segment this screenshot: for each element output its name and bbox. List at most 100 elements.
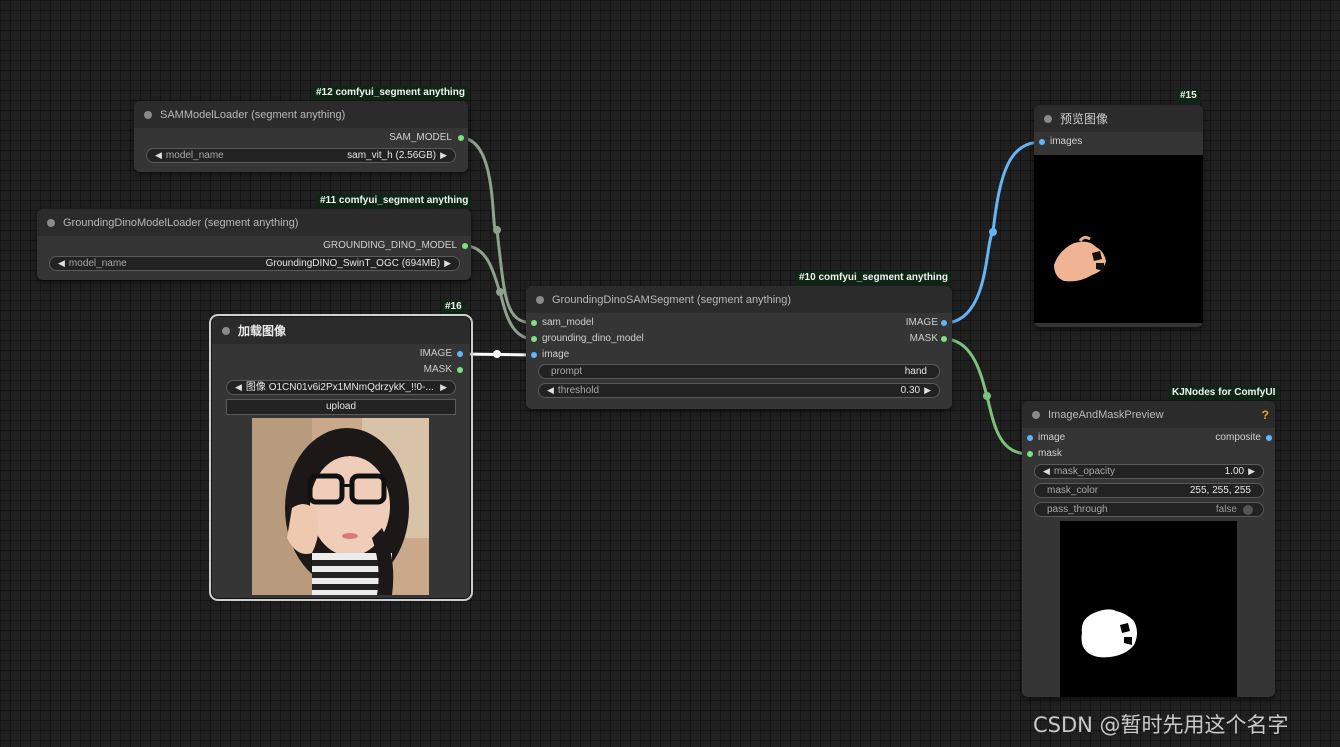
wire-reroute-dot[interactable] — [496, 288, 504, 296]
widget-label: model_name — [165, 150, 224, 161]
sam-model-loader-node[interactable]: SAMModelLoader (segment anything) SAM_MO… — [134, 101, 468, 172]
input-connector-icon[interactable] — [531, 336, 537, 342]
node-badge: #15 — [1176, 89, 1201, 103]
upload-button[interactable]: upload — [226, 399, 456, 415]
widget-value: false — [1215, 504, 1237, 515]
input-connector-icon[interactable] — [1039, 139, 1045, 145]
widget-label: threshold — [557, 385, 600, 396]
wire-reroute-dot[interactable] — [983, 392, 991, 400]
prompt-text-widget[interactable]: prompt hand — [538, 364, 940, 379]
wire-load-image[interactable] — [459, 352, 535, 357]
output-connector-icon[interactable] — [1266, 435, 1272, 441]
threshold-number-widget[interactable]: ◀ threshold 0.30 ▶ — [538, 383, 940, 398]
widget-value: GroundingDINO_SwinT_OGC (694MB) — [265, 258, 441, 269]
toggle-knob-icon[interactable] — [1243, 504, 1253, 515]
node-badge: #10 comfyui_segment anything — [795, 271, 952, 285]
pass-through-toggle[interactable]: pass_through false — [1034, 502, 1264, 517]
preview-image-node[interactable]: 预览图像 images — [1034, 105, 1203, 327]
output-slot-label: MASK — [909, 333, 938, 344]
input-connector-icon[interactable] — [1027, 435, 1033, 441]
node-title: 加载图像 — [238, 324, 287, 338]
arrow-left-icon[interactable]: ◀ — [155, 149, 162, 162]
collapse-dot-icon[interactable] — [47, 218, 55, 227]
input-connector-icon[interactable] — [531, 352, 537, 358]
output-connector-icon[interactable] — [457, 367, 463, 373]
image-file-combo[interactable]: ◀ 图像 O1CN01v6i2Px1MNmQdrzykK_!!0-... ▶ — [226, 380, 456, 395]
input-slot-images[interactable]: images — [1050, 135, 1082, 149]
arrow-left-icon[interactable]: ◀ — [1043, 465, 1050, 478]
node-title-bar[interactable]: SAMModelLoader (segment anything) — [134, 101, 468, 128]
arrow-right-icon[interactable]: ▶ — [444, 257, 451, 270]
node-title-bar[interactable]: GroundingDinoSAMSegment (segment anythin… — [526, 286, 952, 313]
model-name-combo[interactable]: ◀ model_name GroundingDINO_SwinT_OGC (69… — [49, 256, 460, 271]
wire-reroute-dot[interactable] — [989, 228, 997, 236]
input-connector-icon[interactable] — [1027, 451, 1033, 457]
widget-value: 图像 O1CN01v6i2Px1MNmQdrzykK_!!0-... — [245, 382, 434, 393]
node-title-bar[interactable]: 预览图像 — [1034, 105, 1203, 132]
node-title: SAMModelLoader (segment anything) — [160, 108, 346, 121]
load-image-node[interactable]: 加载图像 IMAGE MASK ◀ 图像 O1CN01v6i2Px1MNmQdr… — [209, 314, 473, 601]
output-slot-mask[interactable]: MASK — [910, 332, 938, 346]
preview-output-image — [1034, 155, 1203, 323]
collapse-dot-icon[interactable] — [222, 326, 230, 335]
wire-reroute-dot[interactable] — [493, 226, 501, 234]
output-slot-mask[interactable]: MASK — [424, 363, 452, 377]
arrow-right-icon[interactable]: ▶ — [440, 381, 447, 394]
input-slot-image[interactable]: image — [1038, 431, 1065, 445]
widget-value: 1.00 — [1224, 466, 1245, 477]
image-and-mask-preview-node[interactable]: ImageAndMaskPreview ? image mask composi… — [1022, 401, 1275, 697]
output-connector-icon[interactable] — [462, 243, 468, 249]
input-slot-label: image — [1038, 432, 1066, 443]
output-connector-icon[interactable] — [941, 336, 947, 342]
output-connector-icon[interactable] — [941, 320, 947, 326]
arrow-left-icon[interactable]: ◀ — [235, 381, 242, 394]
input-slot-image[interactable]: image — [542, 348, 569, 362]
widget-value: sam_vit_h (2.56GB) — [347, 150, 437, 161]
wire-reroute-dot[interactable] — [493, 350, 501, 358]
output-connector-icon[interactable] — [458, 135, 464, 141]
node-title-bar[interactable]: 加载图像 — [212, 317, 470, 344]
node-title-bar[interactable]: GroundingDinoModelLoader (segment anythi… — [37, 209, 471, 236]
help-icon[interactable]: ? — [1262, 408, 1269, 422]
output-slot-image[interactable]: IMAGE — [420, 347, 452, 361]
input-slot-sam-model[interactable]: sam_model — [542, 316, 594, 330]
arrow-left-icon[interactable]: ◀ — [58, 257, 65, 270]
output-slot-image[interactable]: IMAGE — [906, 316, 938, 330]
output-slot-grounding-dino-model[interactable]: GROUNDING_DINO_MODEL — [323, 239, 457, 253]
widget-label: prompt — [551, 366, 583, 377]
model-name-combo[interactable]: ◀ model_name sam_vit_h (2.56GB) ▶ — [146, 148, 456, 163]
mask-color-widget[interactable]: mask_color 255, 255, 255 — [1034, 483, 1264, 498]
collapse-dot-icon[interactable] — [1044, 114, 1052, 123]
input-slot-grounding-dino-model[interactable]: grounding_dino_model — [542, 332, 644, 346]
arrow-right-icon[interactable]: ▶ — [924, 384, 931, 397]
grounding-dino-loader-node[interactable]: GroundingDinoModelLoader (segment anythi… — [37, 209, 471, 280]
output-slot-sam-model[interactable]: SAM_MODEL — [389, 131, 452, 145]
output-connector-icon[interactable] — [457, 351, 463, 357]
wire-sam-model[interactable] — [460, 136, 535, 325]
collapse-dot-icon[interactable] — [1032, 410, 1040, 419]
wire-segment-image[interactable] — [943, 140, 1043, 325]
node-title: GroundingDinoSAMSegment (segment anythin… — [552, 293, 792, 306]
arrow-right-icon[interactable]: ▶ — [440, 149, 447, 162]
arrow-right-icon[interactable]: ▶ — [1248, 465, 1255, 478]
node-badge: KJNodes for ComfyUI — [1168, 386, 1280, 400]
widget-value: hand — [904, 366, 927, 377]
loaded-image-preview — [252, 418, 429, 595]
output-slot-label: IMAGE — [905, 317, 938, 328]
node-title-bar[interactable]: ImageAndMaskPreview ? — [1022, 401, 1275, 428]
grounding-dino-sam-segment-node[interactable]: GroundingDinoSAMSegment (segment anythin… — [526, 286, 952, 409]
arrow-left-icon[interactable]: ◀ — [547, 384, 554, 397]
mask-opacity-widget[interactable]: ◀ mask_opacity 1.00 ▶ — [1034, 464, 1264, 479]
wire-segment-mask[interactable] — [943, 337, 1031, 456]
node-title: 预览图像 — [1060, 112, 1109, 126]
widget-label: pass_through — [1047, 504, 1108, 515]
collapse-dot-icon[interactable] — [144, 110, 152, 119]
output-slot-composite[interactable]: composite — [1215, 431, 1261, 445]
widget-label: model_name — [68, 258, 127, 269]
input-connector-icon[interactable] — [531, 320, 537, 326]
input-slot-label: image — [542, 349, 570, 360]
collapse-dot-icon[interactable] — [536, 295, 544, 304]
node-badge: #16 — [441, 300, 466, 314]
wire-dino-model[interactable] — [464, 244, 535, 341]
input-slot-mask[interactable]: mask — [1038, 447, 1062, 461]
